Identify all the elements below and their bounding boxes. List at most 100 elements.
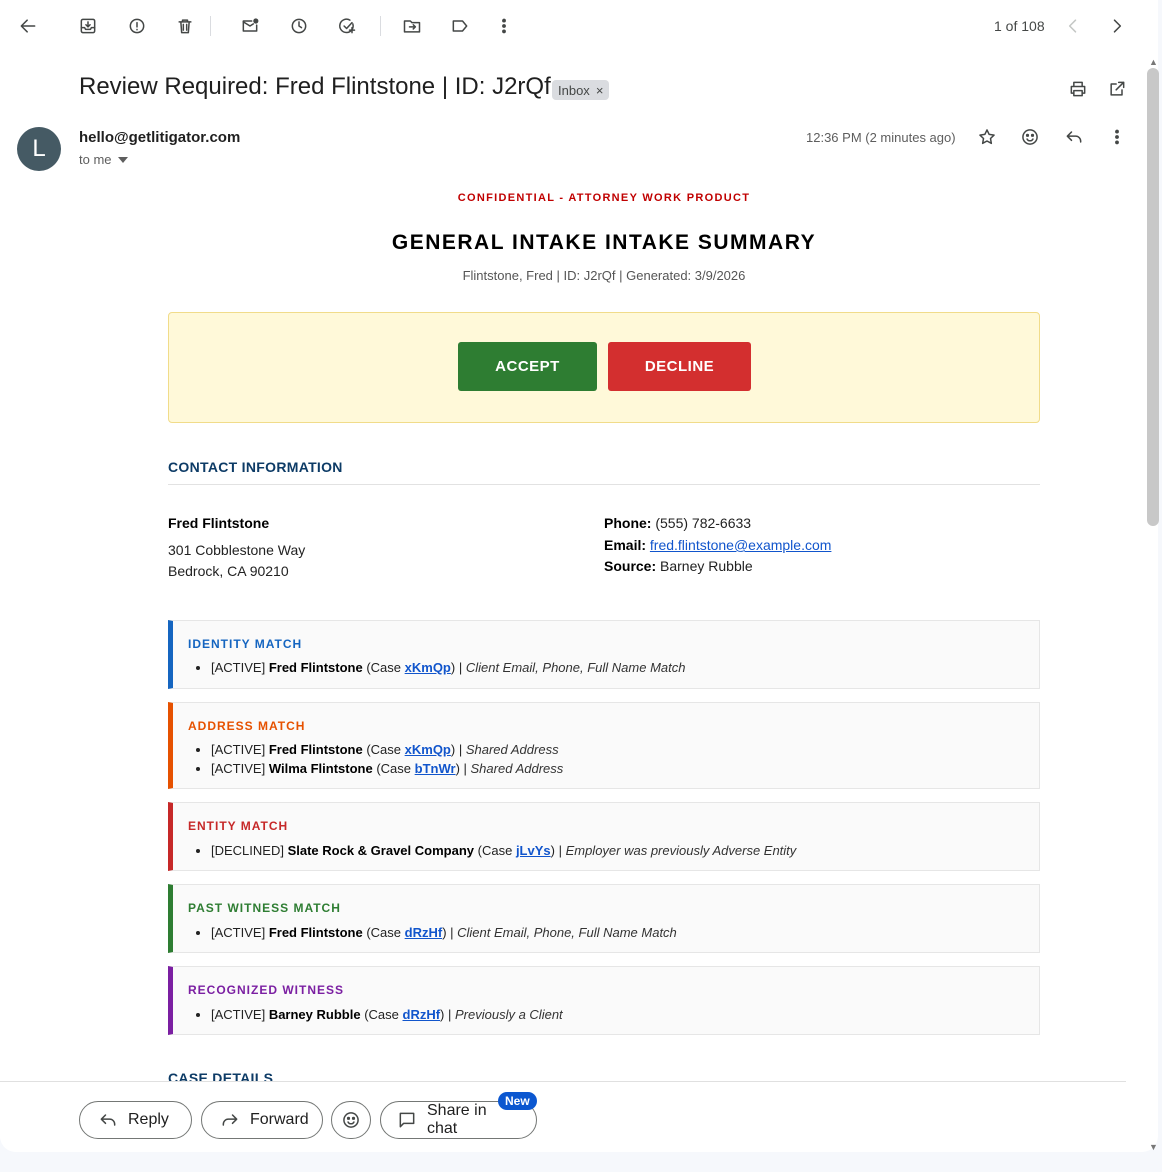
reply-icon bbox=[98, 1110, 118, 1130]
section-divider bbox=[168, 484, 1040, 485]
more-options-button[interactable] bbox=[484, 6, 524, 46]
move-to-icon bbox=[402, 16, 422, 36]
match-item: [DECLINED] Slate Rock & Gravel Company (… bbox=[211, 841, 796, 860]
match-list: [DECLINED] Slate Rock & Gravel Company (… bbox=[193, 841, 796, 860]
recipient-details[interactable]: to me bbox=[79, 152, 128, 167]
contact-address-line2: Bedrock, CA 90210 bbox=[168, 563, 289, 579]
contact-email-link[interactable]: fred.flintstone@example.com bbox=[650, 537, 832, 553]
decline-button[interactable]: DECLINE bbox=[608, 342, 751, 391]
toolbar-divider bbox=[210, 16, 211, 36]
email-subject: Review Required: Fred Flintstone | ID: J… bbox=[79, 73, 551, 100]
contact-source-row: Source: Barney Rubble bbox=[604, 558, 753, 574]
source-label: Source: bbox=[604, 558, 657, 574]
action-panel: ACCEPT DECLINE bbox=[168, 312, 1040, 423]
label-button[interactable] bbox=[440, 6, 480, 46]
emoji-icon bbox=[1020, 127, 1040, 147]
case-link[interactable]: jLvYs bbox=[516, 843, 551, 858]
remove-label-icon[interactable]: × bbox=[596, 83, 604, 98]
reply-label: Reply bbox=[128, 1111, 169, 1128]
match-title: RECOGNIZED WITNESS bbox=[188, 983, 345, 997]
reply-button-header[interactable] bbox=[1054, 117, 1094, 157]
reply-bar: Reply Forward Share in chat New bbox=[0, 1081, 1126, 1152]
case-link[interactable]: bTnWr bbox=[415, 761, 456, 776]
confidential-notice: CONFIDENTIAL - ATTORNEY WORK PRODUCT bbox=[457, 192, 751, 204]
match-title: PAST WITNESS MATCH bbox=[188, 901, 341, 915]
match-list: [ACTIVE] Fred Flintstone (Case xKmQp) | … bbox=[193, 740, 563, 778]
inbox-label-chip[interactable]: Inbox × bbox=[552, 80, 610, 100]
forward-button[interactable]: Forward bbox=[201, 1101, 323, 1139]
delete-icon bbox=[175, 16, 195, 36]
case-link[interactable]: xKmQp bbox=[405, 660, 451, 675]
sender-avatar[interactable]: L bbox=[17, 127, 61, 171]
star-icon bbox=[977, 127, 997, 147]
move-to-button[interactable] bbox=[392, 6, 432, 46]
case-link[interactable]: dRzHf bbox=[405, 925, 443, 940]
archive-button[interactable] bbox=[68, 6, 108, 46]
match-item: [ACTIVE] Fred Flintstone (Case xKmQp) | … bbox=[211, 658, 685, 677]
summary-title: GENERAL INTAKE INTAKE SUMMARY bbox=[391, 231, 817, 254]
emoji-icon bbox=[341, 1110, 361, 1130]
message-more-button[interactable] bbox=[1097, 117, 1137, 157]
match-item: [ACTIVE] Fred Flintstone (Case xKmQp) | … bbox=[211, 740, 563, 759]
report-spam-button[interactable] bbox=[117, 6, 157, 46]
source-value: Barney Rubble bbox=[660, 558, 753, 574]
match-title: ENTITY MATCH bbox=[188, 819, 289, 833]
case-link[interactable]: dRzHf bbox=[403, 1007, 441, 1022]
open-in-new-icon bbox=[1107, 79, 1127, 99]
older-button[interactable] bbox=[1097, 6, 1137, 46]
match-item: [ACTIVE] Fred Flintstone (Case dRzHf) | … bbox=[211, 923, 677, 942]
scroll-up-arrow[interactable]: ▲ bbox=[1149, 57, 1158, 67]
pagination-count: 1 of 108 bbox=[994, 18, 1045, 34]
contact-email-row: Email: fred.flintstone@example.com bbox=[604, 537, 831, 553]
chevron-down-icon[interactable] bbox=[117, 156, 128, 163]
match-item: [ACTIVE] Wilma Flintstone (Case bTnWr) |… bbox=[211, 759, 563, 778]
snooze-icon bbox=[289, 16, 309, 36]
match-title: IDENTITY MATCH bbox=[188, 637, 303, 651]
match-item: [ACTIVE] Barney Rubble (Case dRzHf) | Pr… bbox=[211, 1005, 563, 1024]
toolbar-divider bbox=[380, 16, 381, 36]
snooze-button[interactable] bbox=[279, 6, 319, 46]
forward-icon bbox=[220, 1110, 240, 1130]
phone-label: Phone: bbox=[604, 515, 652, 531]
recognized-witness-box: RECOGNIZED WITNESS [ACTIVE] Barney Rubbl… bbox=[168, 966, 1040, 1035]
scroll-down-arrow[interactable]: ▼ bbox=[1149, 1142, 1158, 1152]
open-new-window-button[interactable] bbox=[1097, 69, 1137, 109]
newer-button[interactable] bbox=[1053, 6, 1093, 46]
more-vert-icon bbox=[1107, 127, 1127, 147]
chat-icon bbox=[397, 1110, 417, 1130]
chevron-left-icon bbox=[1063, 16, 1083, 36]
add-task-icon bbox=[337, 16, 357, 36]
print-icon bbox=[1068, 79, 1088, 99]
summary-subtitle: Flintstone, Fred | ID: J2rQf | Generated… bbox=[462, 268, 746, 283]
delete-button[interactable] bbox=[165, 6, 205, 46]
contact-phone-row: Phone: (555) 782-6633 bbox=[604, 515, 751, 531]
chevron-right-icon bbox=[1107, 16, 1127, 36]
emoji-reaction-button[interactable] bbox=[331, 1101, 371, 1139]
scrollbar-thumb[interactable] bbox=[1147, 68, 1159, 526]
sender-email[interactable]: hello@getlitigator.com bbox=[79, 129, 240, 146]
match-title: ADDRESS MATCH bbox=[188, 719, 306, 733]
new-badge: New bbox=[498, 1092, 537, 1110]
back-button[interactable] bbox=[8, 6, 48, 46]
add-reaction-button[interactable] bbox=[1010, 117, 1050, 157]
reply-button[interactable]: Reply bbox=[79, 1101, 192, 1139]
email-timestamp: 12:36 PM (2 minutes ago) bbox=[806, 130, 956, 145]
contact-name: Fred Flintstone bbox=[168, 515, 270, 531]
accept-button[interactable]: ACCEPT bbox=[458, 342, 597, 391]
phone-value: (555) 782-6633 bbox=[655, 515, 752, 531]
mark-unread-button[interactable] bbox=[230, 6, 270, 46]
print-all-button[interactable] bbox=[1058, 69, 1098, 109]
case-link[interactable]: xKmQp bbox=[405, 742, 451, 757]
archive-icon bbox=[78, 16, 98, 36]
label-icon bbox=[450, 16, 470, 36]
star-button[interactable] bbox=[967, 117, 1007, 157]
email-label: Email: bbox=[604, 537, 647, 553]
address-match-box: ADDRESS MATCH [ACTIVE] Fred Flintstone (… bbox=[168, 702, 1040, 789]
contact-section-heading: CONTACT INFORMATION bbox=[168, 459, 343, 475]
past-witness-match-box: PAST WITNESS MATCH [ACTIVE] Fred Flintst… bbox=[168, 884, 1040, 953]
add-task-button[interactable] bbox=[327, 6, 367, 46]
reply-icon bbox=[1064, 127, 1084, 147]
email-view: 1 of 108 Review Required: Fred Flintston… bbox=[0, 0, 1158, 1152]
more-vert-icon bbox=[494, 16, 514, 36]
forward-label: Forward bbox=[250, 1111, 309, 1128]
